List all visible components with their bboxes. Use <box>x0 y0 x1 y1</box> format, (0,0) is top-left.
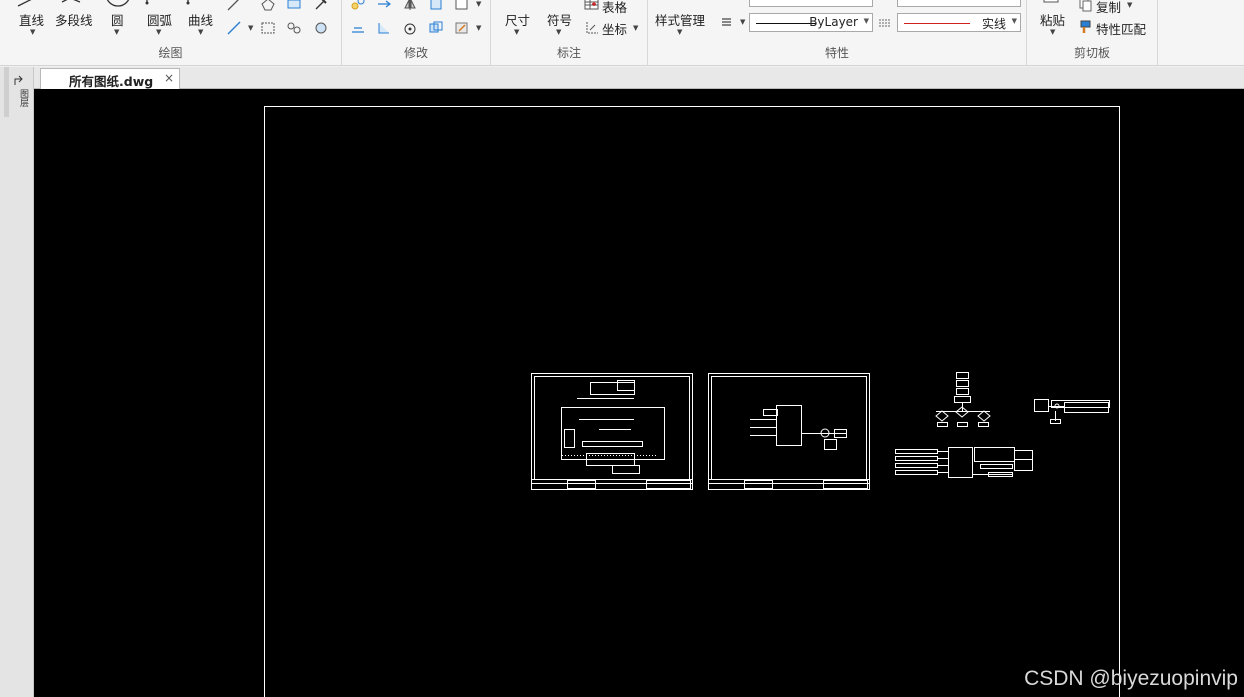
side-palette-strip: 图层 <box>0 67 34 697</box>
color-combo[interactable]: ByLayer ▼ <box>749 13 873 32</box>
flowchart-1 <box>935 372 991 427</box>
arc-button[interactable]: 圆弧 <box>147 10 172 29</box>
offset-icon[interactable] <box>350 20 366 36</box>
coordinate-icon[interactable] <box>584 20 600 36</box>
move-icon[interactable] <box>376 0 392 12</box>
layer-palette-button[interactable]: 图层 <box>12 89 28 117</box>
color-combo-top[interactable] <box>749 0 873 7</box>
dimension-icon[interactable] <box>503 0 523 6</box>
copy-icon[interactable] <box>1078 0 1094 13</box>
color-value: ByLayer <box>809 15 858 29</box>
explode-dropdown-arrow[interactable]: ▼ <box>476 24 481 32</box>
array-icon[interactable] <box>428 20 444 36</box>
line-tool-icon[interactable] <box>16 0 38 10</box>
copy-button[interactable]: 复制 <box>1096 0 1121 16</box>
stretch-icon[interactable] <box>428 0 444 12</box>
dimension-dropdown-arrow[interactable]: ▼ <box>514 28 519 36</box>
arc-tool-icon[interactable] <box>144 0 164 6</box>
explode-icon[interactable] <box>454 20 470 36</box>
linetype-icon[interactable] <box>877 15 893 31</box>
close-tab-icon[interactable]: × <box>164 71 174 85</box>
region-icon[interactable] <box>286 20 302 36</box>
table-icon[interactable] <box>584 0 600 12</box>
color-line-sample <box>756 23 816 24</box>
block-diagram <box>895 447 1033 478</box>
clipboard-group-title: 剪切板 <box>1073 46 1110 60</box>
draw-group: 直线 ▼ 多段线 圆 ▼ 圆弧 ▼ 曲线 ▼ ▼ 绘图 <box>0 0 342 66</box>
modify-group-title: 修改 <box>403 46 428 60</box>
copy-dropdown-arrow[interactable]: ▼ <box>1127 1 1132 9</box>
flowchart-2 <box>1034 399 1110 424</box>
extend-icon[interactable] <box>376 20 392 36</box>
symbol-button[interactable]: 符号 <box>547 10 572 29</box>
document-tab[interactable]: 所有图纸.dwg × <box>40 68 180 89</box>
paste-dropdown-arrow[interactable]: ▼ <box>1050 28 1055 36</box>
arc-dropdown-arrow[interactable]: ▼ <box>156 28 161 36</box>
model-space-drawing <box>264 106 1120 697</box>
linetype-value: 实线 <box>981 17 1006 31</box>
linetype-combo-top[interactable] <box>897 0 1021 7</box>
annotate-group: 尺寸 ▼ 符号 ▼ 表格 坐标 ▼ 标注 <box>491 0 648 66</box>
circle-button[interactable]: 圆 <box>111 10 124 29</box>
lineweight-icon[interactable] <box>719 14 735 30</box>
draw-group-title: 绘图 <box>158 46 183 60</box>
construction-line-icon[interactable] <box>226 20 242 36</box>
polyline-button[interactable]: 多段线 <box>55 10 93 29</box>
curve-tool-icon[interactable] <box>184 0 204 6</box>
drawing-sheet-1 <box>531 373 693 490</box>
match-properties-button[interactable]: 特性匹配 <box>1096 19 1146 38</box>
document-tab-strip: 所有图纸.dwg × <box>0 67 1244 89</box>
paste-button[interactable]: 粘贴 <box>1040 10 1065 29</box>
fillet-icon[interactable] <box>454 0 470 12</box>
hatch-icon[interactable] <box>260 20 276 36</box>
line-button[interactable]: 直线 <box>19 10 44 29</box>
drawing-sheet-2 <box>708 373 870 490</box>
symbol-dropdown-arrow[interactable]: ▼ <box>556 28 561 36</box>
side-strip-scrollbar[interactable] <box>4 67 9 117</box>
clipboard-group: 粘贴 ▼ 复制 ▼ 特性匹配 剪切板 <box>1027 0 1158 66</box>
document-tab-name: 所有图纸.dwg <box>69 74 154 89</box>
match-properties-icon[interactable] <box>1078 19 1094 35</box>
boundary-icon[interactable] <box>313 20 329 36</box>
curve-dropdown-arrow[interactable]: ▼ <box>198 28 203 36</box>
ribbon: 直线 ▼ 多段线 圆 ▼ 圆弧 ▼ 曲线 ▼ ▼ 绘图 ▼ ▼ 修改 尺寸 ▼ … <box>0 0 1244 66</box>
fillet-dropdown-arrow[interactable]: ▼ <box>476 0 481 8</box>
dimension-button[interactable]: 尺寸 <box>505 10 530 29</box>
style-manager-button[interactable]: 样式管理 <box>655 10 705 29</box>
mirror-icon[interactable] <box>402 0 418 12</box>
linetype-combo[interactable]: 实线 ▼ <box>897 13 1021 32</box>
copy-object-icon[interactable] <box>350 0 366 12</box>
paste-icon[interactable] <box>1041 0 1063 6</box>
linetype-line-sample <box>904 23 970 24</box>
coordinate-button[interactable]: 坐标 <box>602 19 627 38</box>
rectangle-icon[interactable] <box>286 0 302 12</box>
circle-dropdown-arrow[interactable]: ▼ <box>114 28 119 36</box>
palette-pin-icon[interactable] <box>12 73 28 87</box>
polygon-icon[interactable] <box>260 0 276 12</box>
point-icon[interactable] <box>313 0 329 12</box>
annotate-group-title: 标注 <box>556 46 581 60</box>
coordinate-dropdown-arrow[interactable]: ▼ <box>633 24 638 32</box>
ray-icon[interactable] <box>226 0 242 12</box>
curve-button[interactable]: 曲线 <box>188 10 213 29</box>
style-manager-dropdown-arrow[interactable]: ▼ <box>677 28 682 36</box>
circle-tool-icon[interactable] <box>104 0 132 8</box>
lineweight-dropdown-arrow[interactable]: ▼ <box>740 18 745 26</box>
modify-group: ▼ ▼ 修改 <box>342 0 491 66</box>
drawing-canvas[interactable] <box>34 89 1244 697</box>
linetype-combo-arrow[interactable]: ▼ <box>1012 17 1017 25</box>
line-dropdown-arrow[interactable]: ▼ <box>30 28 35 36</box>
properties-group-title: 特性 <box>824 46 849 60</box>
watermark-text: CSDN @biyezuopinvip <box>1024 667 1238 690</box>
properties-group: 样式管理 ▼ ▼ ByLayer ▼ 实线 ▼ 特性 <box>648 0 1027 66</box>
construction-line-dropdown-arrow[interactable]: ▼ <box>248 24 253 32</box>
color-combo-arrow[interactable]: ▼ <box>864 17 869 25</box>
rotate-icon[interactable] <box>402 20 418 36</box>
symbol-icon[interactable] <box>547 0 573 6</box>
table-button[interactable]: 表格 <box>602 0 627 16</box>
polyline-tool-icon[interactable] <box>60 0 82 6</box>
